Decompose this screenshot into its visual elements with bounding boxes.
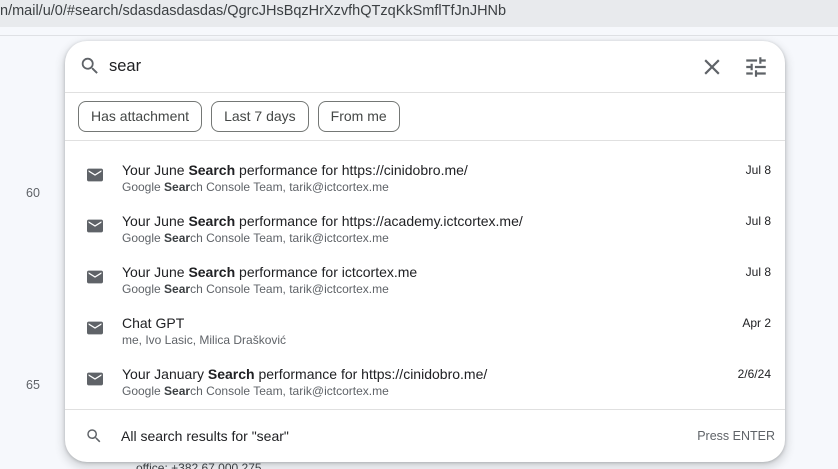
result-subject: Your June Search performance for https:/…: [122, 162, 468, 178]
address-bar-url: n/mail/u/0/#search/sdasdasdasdas/QgrcJHs…: [0, 3, 507, 19]
search-results: Your June Search performance for https:/…: [65, 153, 785, 408]
result-date: Jul 8: [745, 163, 771, 177]
result-date: 2/6/24: [737, 367, 771, 381]
chip-has-attachment[interactable]: Has attachment: [78, 101, 203, 132]
result-row[interactable]: Your January Search performance for http…: [65, 357, 785, 408]
all-results-button[interactable]: All search results for "sear" Press ENTE…: [65, 410, 785, 462]
result-subject: Chat GPT: [122, 315, 185, 331]
result-sender: me, Ivo Lasic, Milica Drašković: [122, 333, 287, 347]
gutter-number: 65: [26, 378, 40, 392]
search-input[interactable]: [109, 53, 669, 79]
mail-icon: [87, 270, 103, 284]
chip-from-me[interactable]: From me: [317, 101, 400, 132]
mail-icon: [87, 372, 103, 386]
result-subject: Your June Search performance for https:/…: [122, 213, 523, 229]
page-divider: [0, 35, 838, 36]
search-bar: [65, 41, 785, 93]
result-subject: Your January Search performance for http…: [122, 366, 488, 382]
result-sender: Google Search Console Team, tarik@ictcor…: [122, 384, 389, 398]
search-suggestions-panel: Has attachment Last 7 days From me Your …: [65, 41, 785, 462]
result-sender: Google Search Console Team, tarik@ictcor…: [122, 282, 389, 296]
mail-icon: [87, 219, 103, 233]
result-row[interactable]: Your June Search performance for https:/…: [65, 153, 785, 204]
close-icon[interactable]: [699, 54, 725, 80]
result-row[interactable]: Your June Search performance for ictcort…: [65, 255, 785, 306]
result-date: Apr 2: [742, 316, 771, 330]
background-partial-text: office: +382 67 000 275: [136, 461, 262, 469]
result-subject: Your June Search performance for ictcort…: [122, 264, 418, 280]
result-date: Jul 8: [745, 214, 771, 228]
result-row[interactable]: Chat GPT me, Ivo Lasic, Milica Drašković…: [65, 306, 785, 357]
tune-icon[interactable]: [743, 54, 769, 80]
mail-icon: [87, 168, 103, 182]
mail-icon: [87, 321, 103, 335]
chip-last-7-days[interactable]: Last 7 days: [211, 101, 309, 132]
result-date: Jul 8: [745, 265, 771, 279]
result-sender: Google Search Console Team, tarik@ictcor…: [122, 180, 389, 194]
search-icon: [85, 427, 103, 445]
press-enter-hint: Press ENTER: [697, 429, 775, 443]
gutter-number: 60: [26, 186, 40, 200]
result-row[interactable]: Your June Search performance for https:/…: [65, 204, 785, 255]
all-results-label: All search results for "sear": [121, 428, 289, 444]
search-icon[interactable]: [79, 55, 101, 77]
result-sender: Google Search Console Team, tarik@ictcor…: [122, 231, 389, 245]
search-chips: Has attachment Last 7 days From me: [78, 101, 400, 132]
address-bar[interactable]: n/mail/u/0/#search/sdasdasdasdas/QgrcJHs…: [0, 0, 838, 27]
divider: [65, 140, 785, 141]
